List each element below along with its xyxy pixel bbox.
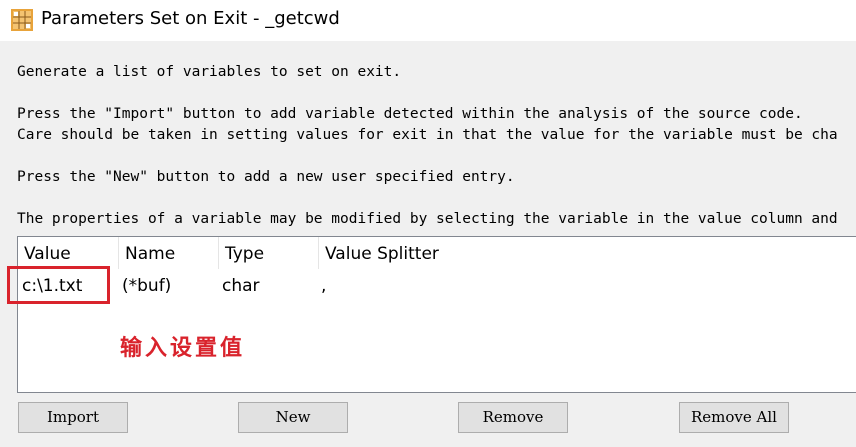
row-1-name[interactable]: (*buf) bbox=[122, 274, 171, 298]
import-button[interactable]: Import bbox=[18, 402, 128, 433]
desc-line-3: Care should be taken in setting values f… bbox=[17, 127, 838, 143]
row-1-splitter[interactable]: , bbox=[321, 274, 326, 298]
value-cell-highlight-box bbox=[7, 266, 110, 304]
title-bar: Parameters Set on Exit - _getcwd bbox=[0, 0, 856, 41]
remove-all-button[interactable]: Remove All bbox=[679, 402, 789, 433]
desc-line-5: The properties of a variable may be modi… bbox=[17, 211, 838, 227]
column-header-value[interactable]: Value bbox=[18, 237, 119, 269]
desc-line-2: Press the "Import" button to add variabl… bbox=[17, 106, 803, 122]
window-title: Parameters Set on Exit - _getcwd bbox=[41, 8, 340, 29]
new-button[interactable]: New bbox=[238, 402, 348, 433]
dialog-body: Generate a list of variables to set on e… bbox=[0, 41, 856, 447]
variables-list[interactable]: Value Name Type Value Splitter c:\1.txt … bbox=[17, 236, 856, 393]
desc-line-4: Press the "New" button to add a new user… bbox=[17, 169, 515, 185]
description-text: Generate a list of variables to set on e… bbox=[17, 62, 856, 230]
column-header-type[interactable]: Type bbox=[219, 237, 319, 269]
annotation-note: 输入设置值 bbox=[120, 335, 246, 361]
desc-line-1: Generate a list of variables to set on e… bbox=[17, 64, 402, 80]
grid-app-icon bbox=[11, 9, 33, 31]
row-1-type[interactable]: char bbox=[222, 274, 260, 298]
column-header-name[interactable]: Name bbox=[119, 237, 219, 269]
remove-button[interactable]: Remove bbox=[458, 402, 568, 433]
column-header-value-splitter[interactable]: Value Splitter bbox=[319, 237, 569, 269]
